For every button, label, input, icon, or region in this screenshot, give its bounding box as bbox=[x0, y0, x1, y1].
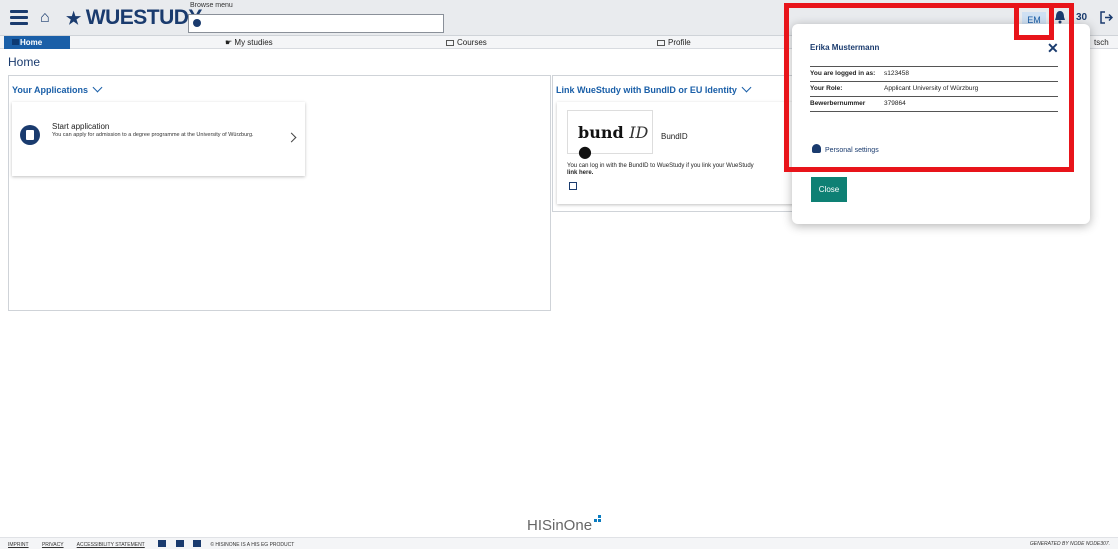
external-link-icon[interactable] bbox=[569, 182, 577, 190]
profile-icon bbox=[657, 40, 665, 46]
sitemap-icon[interactable] bbox=[192, 540, 201, 547]
start-application-card[interactable]: Start application You can apply for admi… bbox=[12, 102, 305, 176]
bundid-name: BundID bbox=[661, 132, 688, 141]
footer-imprint-link[interactable]: IMPRINT bbox=[8, 542, 29, 548]
bundid-logo: bund ID ● bbox=[567, 110, 653, 161]
info-row-applicant-number: Bewerbernummer 379864 bbox=[810, 96, 1058, 112]
bundid-link[interactable]: link here. bbox=[567, 170, 593, 176]
info-icon: ● bbox=[578, 142, 592, 161]
bundid-description: You can log in with the BundID to WueStu… bbox=[567, 163, 754, 176]
applications-panel: Your Applications Start application You … bbox=[8, 75, 551, 311]
page-title: Home bbox=[8, 55, 41, 69]
person-icon bbox=[812, 144, 821, 153]
accessibility-icon[interactable] bbox=[158, 540, 167, 547]
logo-dots-icon bbox=[594, 515, 604, 522]
notification-count[interactable]: 30 bbox=[1076, 12, 1087, 23]
popup-user-name: Erika Mustermann bbox=[810, 43, 880, 52]
home-icon[interactable]: ⌂ bbox=[40, 8, 50, 28]
nav-home[interactable]: Home bbox=[4, 36, 70, 49]
hisinone-logo: HISinOne bbox=[527, 515, 604, 534]
home-icon bbox=[12, 39, 19, 45]
nav-courses[interactable]: Courses bbox=[446, 36, 487, 49]
app-logo[interactable]: ★ WUESTUDY bbox=[66, 6, 202, 31]
browse-menu-input[interactable] bbox=[188, 14, 444, 33]
bundid-card[interactable]: bund ID ● BundID You can log in with the… bbox=[557, 102, 807, 204]
graduation-cap-icon: ☛ bbox=[225, 38, 235, 47]
chevron-down-icon bbox=[741, 82, 752, 93]
document-icon bbox=[20, 125, 40, 145]
footer-links: IMPRINT PRIVACY ACCESSIBILITY STATEMENT … bbox=[8, 540, 306, 548]
logout-icon[interactable] bbox=[1100, 11, 1113, 24]
footer-copyright: © HISINONE IS A HIS EG PRODUCT bbox=[210, 542, 295, 548]
footer: IMPRINT PRIVACY ACCESSIBILITY STATEMENT … bbox=[0, 537, 1118, 549]
info-row-login: You are logged in as: s123458 bbox=[810, 66, 1058, 81]
card-title: Start application bbox=[52, 122, 110, 131]
footer-privacy-link[interactable]: PRIVACY bbox=[42, 542, 64, 548]
close-icon[interactable]: ✕ bbox=[1047, 41, 1059, 55]
star-icon[interactable]: ★ bbox=[66, 9, 81, 28]
user-popup: Erika Mustermann ✕ You are logged in as:… bbox=[792, 24, 1090, 224]
bell-icon[interactable] bbox=[1054, 10, 1066, 24]
person-icon[interactable] bbox=[175, 540, 184, 547]
close-button[interactable]: Close bbox=[811, 177, 847, 202]
personal-settings-link[interactable]: Personal settings bbox=[812, 144, 879, 154]
hamburger-menu-icon[interactable] bbox=[10, 10, 28, 26]
courses-icon bbox=[446, 40, 454, 46]
footer-accessibility-link[interactable]: ACCESSIBILITY STATEMENT bbox=[77, 542, 145, 548]
nav-language[interactable]: tsch bbox=[1094, 36, 1109, 49]
nav-my-studies[interactable]: ☛ My studies bbox=[225, 36, 273, 49]
footer-generated: GENERATED BY NODE NODE307. bbox=[1029, 541, 1110, 547]
bundid-panel-title[interactable]: Link WueStudy with BundID or EU Identity bbox=[556, 82, 752, 95]
chevron-down-icon bbox=[92, 82, 103, 93]
card-description: You can apply for admission to a degree … bbox=[52, 132, 254, 138]
user-info-table: You are logged in as: s123458 Your Role: A… bbox=[810, 66, 1058, 112]
bundid-panel: Link WueStudy with BundID or EU Identity… bbox=[552, 75, 812, 212]
search-icon bbox=[193, 19, 201, 27]
applications-panel-title[interactable]: Your Applications bbox=[12, 82, 103, 95]
nav-profile[interactable]: Profile bbox=[657, 36, 691, 49]
browse-menu-label: Browse menu bbox=[190, 2, 233, 9]
chevron-right-icon bbox=[286, 132, 297, 143]
info-row-role: Your Role: Applicant University of Würzbu… bbox=[810, 81, 1058, 96]
